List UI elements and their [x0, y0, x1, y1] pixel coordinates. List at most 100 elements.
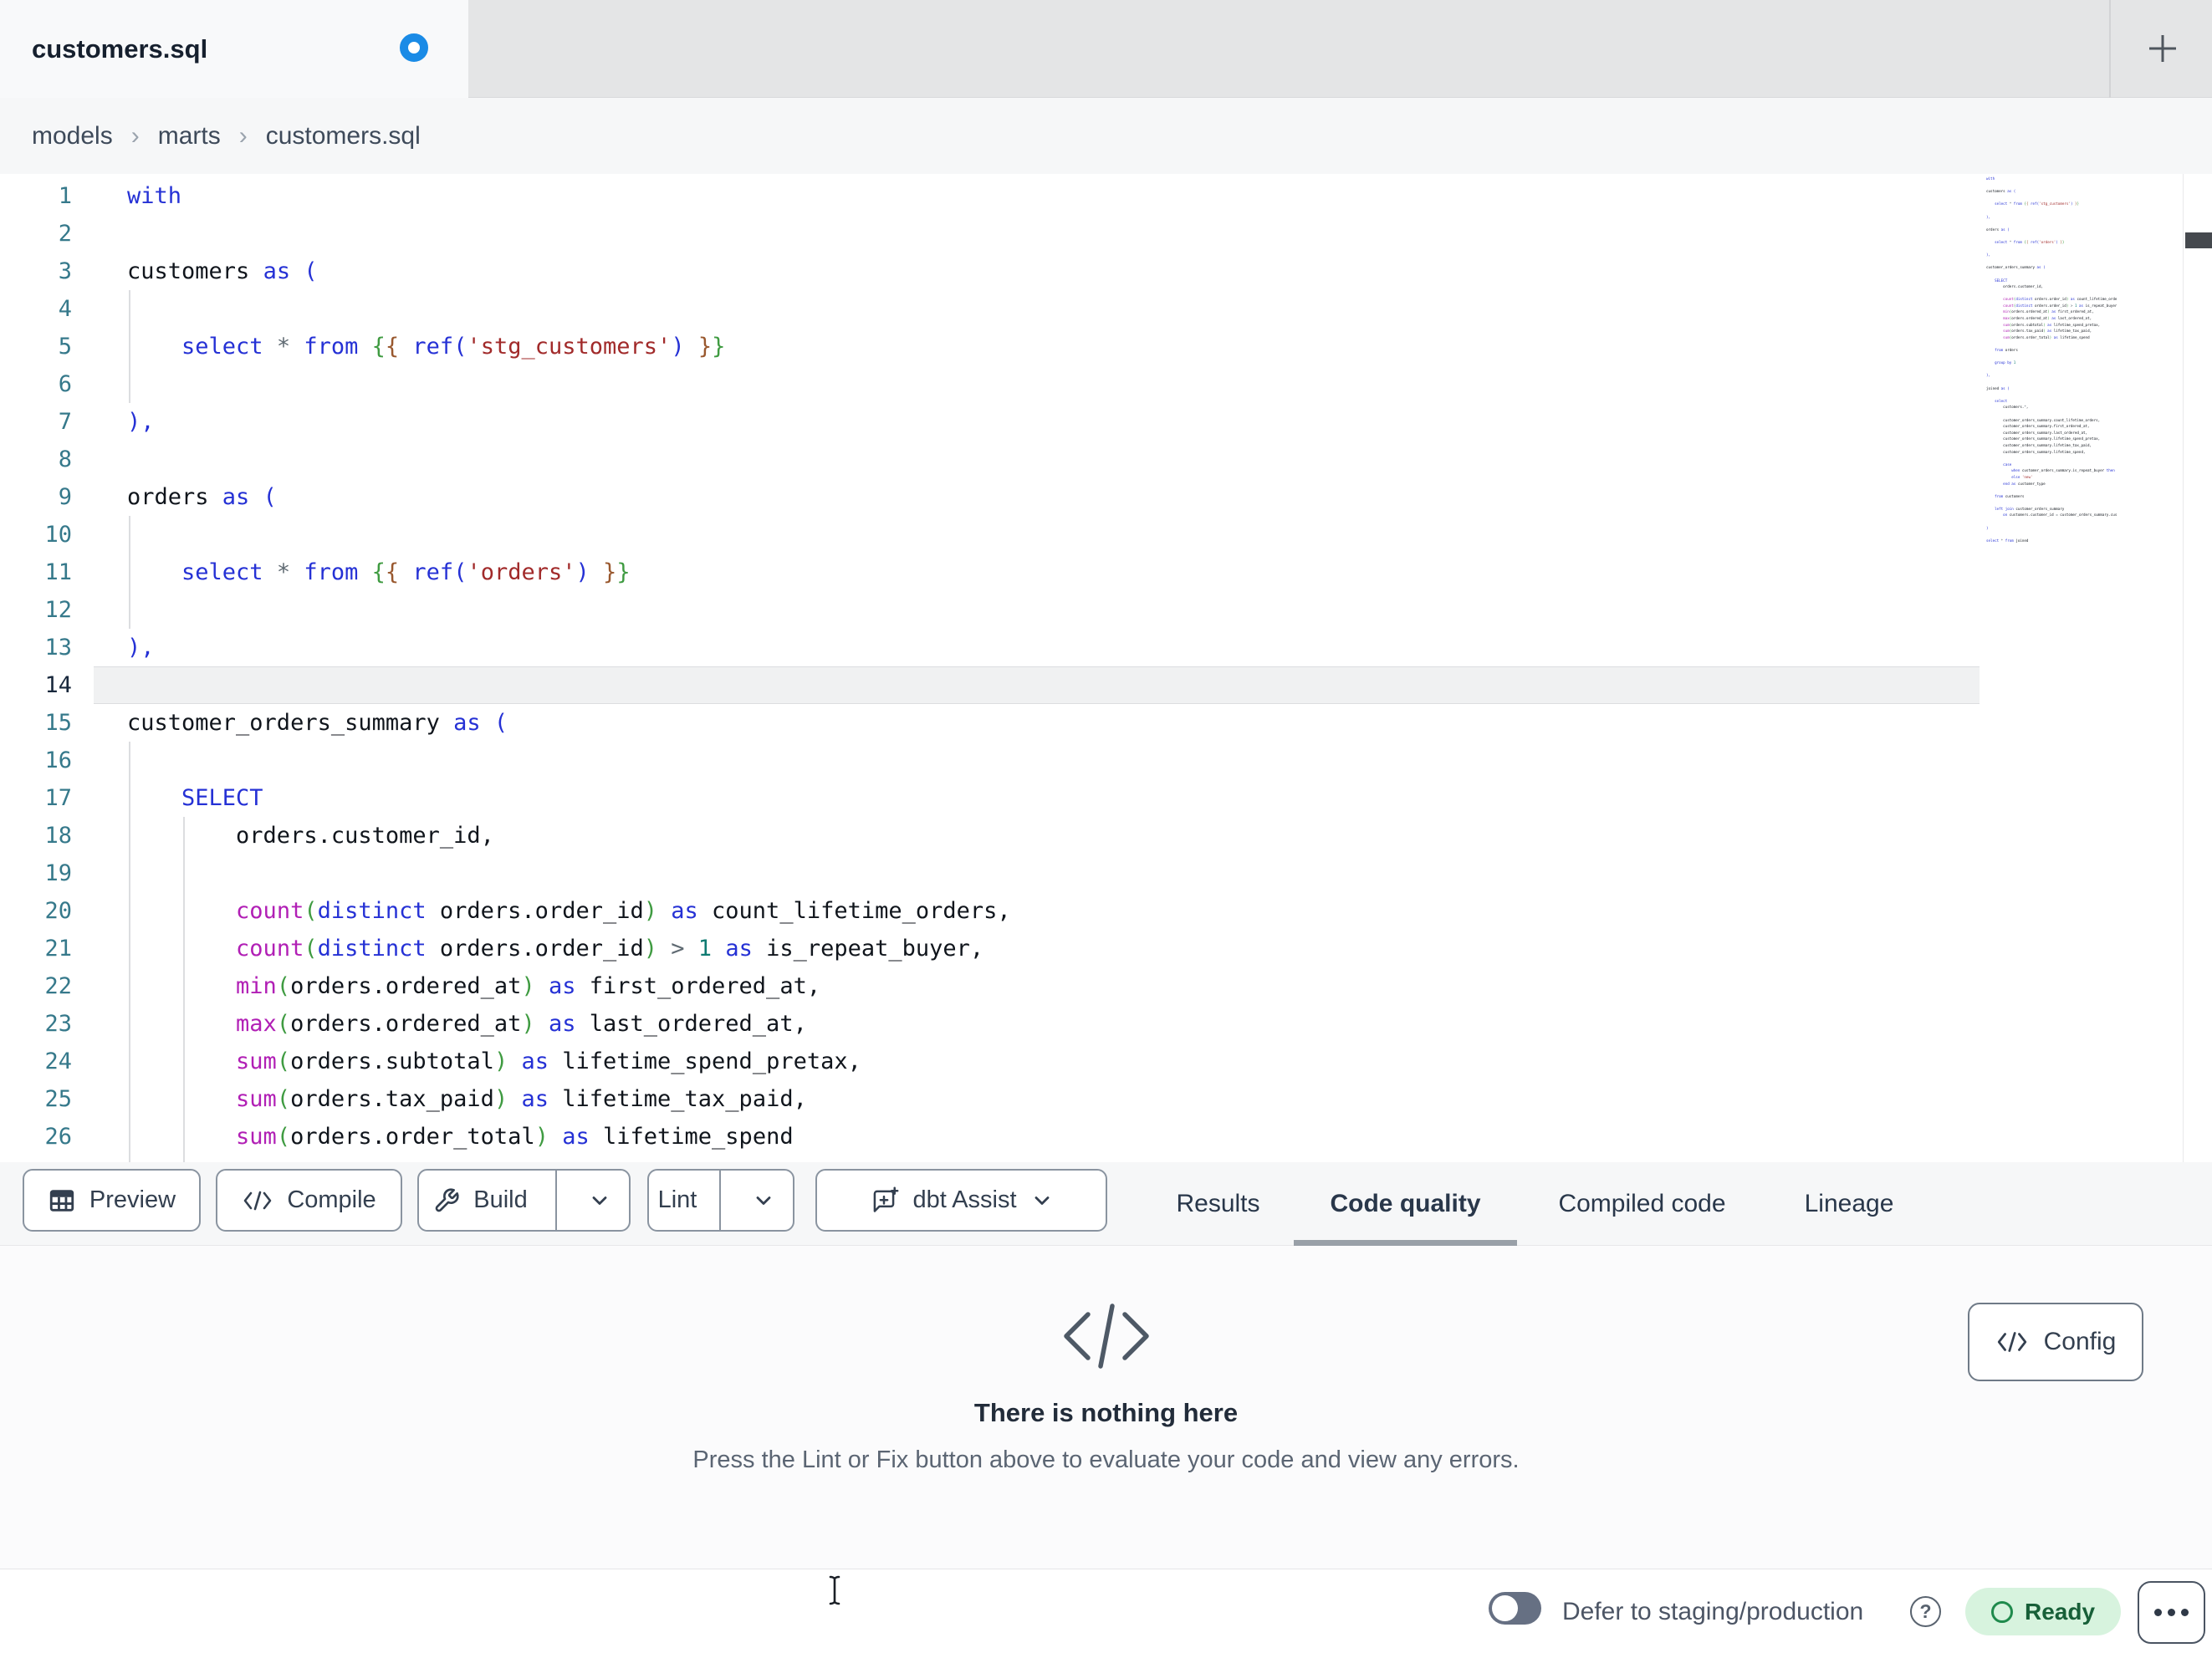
line-number: 19 — [44, 860, 72, 886]
code-line: select — [1995, 398, 2008, 403]
code-line: group by 1 — [1995, 360, 2016, 365]
line-number: 26 — [44, 1124, 72, 1150]
code-line: sum(orders.tax_paid) as lifetime_tax_pai… — [236, 1086, 807, 1112]
config-button-label: Config — [2043, 1328, 2117, 1355]
tab-code-quality[interactable]: Code quality — [1294, 1162, 1517, 1246]
defer-label: Defer to staging/production — [1562, 1597, 1864, 1625]
line-number: 8 — [58, 446, 72, 472]
code-line: customer_orders_summary.first_ordered_at… — [1986, 424, 2090, 429]
more-options-button[interactable] — [2138, 1581, 2205, 1644]
line-number: 17 — [44, 785, 72, 811]
code-line: ), — [1986, 373, 1991, 378]
code-line: customers.*, — [1986, 405, 2029, 410]
code-line: select * from {{ ref('stg_customers') }} — [1995, 202, 2080, 207]
code-line: max(orders.ordered_at) as last_ordered_a… — [2003, 316, 2092, 321]
file-tab-title: customers.sql — [32, 34, 208, 64]
line-number: 21 — [44, 936, 72, 962]
line-number: 25 — [44, 1086, 72, 1112]
breadcrumb-item-models[interactable]: models — [32, 122, 113, 151]
ready-status-label: Ready — [2024, 1598, 2096, 1625]
line-number: 6 — [58, 371, 72, 397]
line-number: 18 — [44, 823, 72, 849]
code-line: case — [2003, 462, 2012, 467]
code-line: min(orders.ordered_at) as first_ordered_… — [236, 973, 821, 999]
line-number: 23 — [44, 1011, 72, 1037]
code-line: else 'new' — [2011, 474, 2033, 479]
line-number: 20 — [44, 898, 72, 924]
code-content[interactable]: with customers as ( select * from {{ ref… — [127, 177, 1011, 1156]
code-line: customer_orders_summary.last_ordered_at, — [1986, 430, 2088, 435]
code-editor[interactable]: 1 2 3 4 5 6 7 8 9 10 11 12 13 14 15 16 17 18 19 20 21 22 23 24 2… — [0, 174, 2212, 1162]
code-line: count(distinct orders.order_id) > 1 as i… — [2003, 303, 2117, 308]
tab-lineage[interactable]: Lineage — [1800, 1162, 1898, 1246]
code-line: sum(orders.tax_paid) as lifetime_tax_pai… — [2003, 329, 2092, 334]
code-line: end as customer_type — [2003, 481, 2046, 486]
help-icon[interactable]: ? — [1910, 1596, 1941, 1627]
unsaved-changes-dot — [400, 33, 428, 62]
breadcrumb: models › marts › customers.sql — [32, 98, 421, 174]
code-line: customer_orders_summary.lifetime_spend_p… — [1986, 436, 2101, 441]
tab-compiled-code[interactable]: Compiled code — [1553, 1162, 1731, 1246]
path-bar: models›marts›customers.sql Save — [0, 98, 2212, 269]
code-line: customer_orders_summary as ( — [127, 710, 508, 736]
code-line: sum(orders.order_total) as lifetime_spen… — [2003, 334, 2090, 339]
file-tab-customers-sql[interactable]: customers.sql — [0, 0, 468, 99]
code-line: ), — [127, 635, 155, 661]
empty-state-subtitle: Press the Lint or Fix button above to ev… — [692, 1446, 1520, 1473]
code-line: ) — [1986, 525, 1989, 530]
file-tab-bar: customers.sql — [0, 0, 2212, 99]
ready-status-icon — [1990, 1600, 2013, 1623]
code-line: ), — [1986, 214, 1991, 219]
line-number: 2 — [58, 221, 72, 247]
editor-scrollbar-thumb[interactable] — [2185, 232, 2212, 248]
tab-results[interactable]: Results — [1169, 1162, 1267, 1246]
editor-scrollbar-track-divider — [2183, 174, 2184, 1162]
status-badge: Ready — [1965, 1588, 2121, 1635]
code-line: max(orders.ordered_at) as last_ordered_a… — [236, 1011, 807, 1037]
code-line: count(distinct orders.order_id) > 1 as i… — [236, 936, 984, 962]
code-line: select * from {{ ref('stg_customers') }} — [181, 334, 726, 360]
line-number: 12 — [44, 597, 72, 623]
code-line: customers as ( — [127, 258, 318, 284]
new-tab-button[interactable] — [2138, 23, 2188, 74]
line-number: 10 — [44, 522, 72, 548]
line-number: 3 — [58, 258, 72, 284]
breadcrumb-item-marts[interactable]: marts — [158, 122, 221, 151]
config-button[interactable]: Config — [1968, 1303, 2143, 1381]
dbt-ide-window: customers.sql models › marts › customers.sql… — [0, 0, 2212, 1653]
code-line: select * from {{ ref('orders') }} — [1995, 239, 2065, 244]
code-line: count(distinct orders.order_id) as count… — [236, 898, 1011, 924]
defer-toggle[interactable] — [1489, 1592, 1541, 1625]
code-line: ), — [127, 409, 155, 435]
status-bar: Defer to staging/production ? Ready — [0, 1569, 2212, 1653]
tab-bar-separator — [2109, 0, 2111, 98]
line-number: 9 — [58, 484, 72, 510]
code-line: SELECT — [181, 785, 263, 811]
breadcrumb-item-customers-sql[interactable]: customers.sql — [266, 122, 421, 151]
code-line: from orders — [1995, 348, 2018, 353]
line-number: 4 — [58, 296, 72, 322]
text-cursor-pointer — [829, 1575, 840, 1605]
editor-minimap[interactable]: with customers as ( select * from {{ ref… — [1986, 176, 2117, 560]
toggle-knob — [1492, 1595, 1518, 1621]
result-tabs: Results Code quality Compiled code Lineage — [0, 1162, 2212, 1246]
code-line: from customers — [1995, 493, 2025, 498]
code-line: customers as ( — [1986, 189, 2016, 194]
code-line: with — [1986, 176, 1995, 181]
code-line: ), — [1986, 253, 1991, 258]
